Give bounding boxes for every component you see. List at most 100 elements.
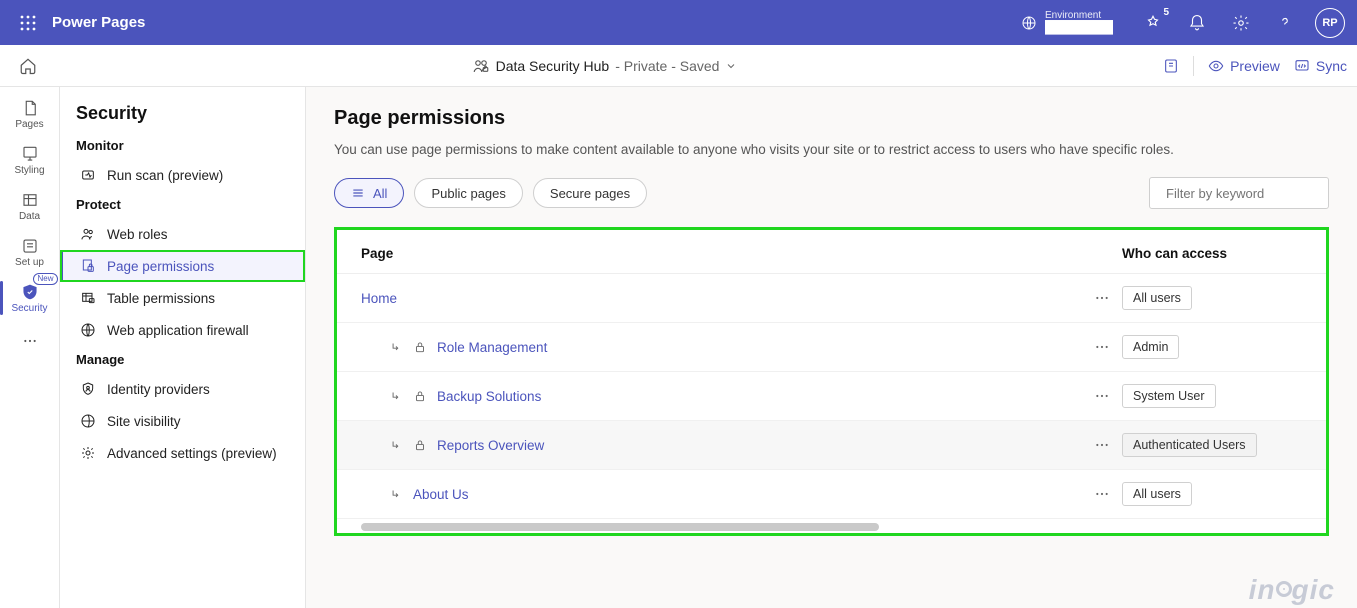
search-input-wrap[interactable] [1149, 177, 1329, 209]
filter-all-label: All [373, 186, 387, 201]
role-badge[interactable]: All users [1122, 286, 1192, 310]
nav-identity[interactable]: Identity providers [60, 373, 305, 405]
permissions-grid: Page Who can access Home All users Role Ma… [334, 227, 1329, 536]
filter-all[interactable]: All [334, 178, 404, 208]
access-cell: Admin [1122, 335, 1302, 359]
scan-icon [79, 166, 97, 184]
filter-row: All Public pages Secure pages [334, 177, 1329, 209]
row-more-icon[interactable] [1082, 437, 1122, 453]
roles-icon [79, 225, 97, 243]
sync-label: Sync [1316, 58, 1347, 74]
nav-page-permissions[interactable]: Page permissions [60, 250, 305, 282]
nav-table-permissions[interactable]: Table permissions [60, 282, 305, 314]
group-monitor: Monitor [76, 138, 289, 153]
nav-run-scan[interactable]: Run scan (preview) [60, 159, 305, 191]
table-row[interactable]: About Us All users [337, 470, 1326, 519]
filter-public[interactable]: Public pages [414, 178, 522, 208]
page-link[interactable]: Role Management [437, 340, 547, 355]
nav-advanced[interactable]: Advanced settings (preview) [60, 437, 305, 469]
row-more-icon[interactable] [1082, 388, 1122, 404]
rail-data-label: Data [19, 211, 40, 222]
rail-more[interactable] [0, 321, 60, 361]
table-row[interactable]: Role Management Admin [337, 323, 1326, 372]
page-link[interactable]: Backup Solutions [437, 389, 541, 404]
copilot-badge: 5 [1163, 7, 1169, 18]
site-name: Data Security Hub [496, 58, 610, 74]
role-badge[interactable]: All users [1122, 482, 1192, 506]
page-cell: Reports Overview [361, 438, 1082, 453]
search-input[interactable] [1164, 185, 1344, 202]
role-badge[interactable]: Authenticated Users [1122, 433, 1257, 457]
page-description: You can use page permissions to make con… [334, 142, 1329, 157]
firewall-icon [79, 321, 97, 339]
child-arrow-icon [389, 340, 403, 354]
visibility-icon [79, 412, 97, 430]
home-icon[interactable] [10, 48, 46, 84]
preview-button[interactable]: Preview [1208, 58, 1280, 74]
role-badge[interactable]: Admin [1122, 335, 1179, 359]
rail-styling[interactable]: Styling [0, 137, 60, 183]
new-badge: New [33, 273, 57, 285]
page-cell: About Us [361, 487, 1082, 502]
settings-icon[interactable] [1221, 3, 1261, 43]
nav-visibility[interactable]: Site visibility [60, 405, 305, 437]
avatar[interactable]: RP [1315, 8, 1345, 38]
filter-public-label: Public pages [431, 186, 505, 201]
page-cell: Home [361, 291, 1082, 306]
main-content: Page permissions You can use page permis… [306, 87, 1357, 608]
environment-label: Environment [1045, 10, 1113, 21]
lock-icon [413, 340, 427, 354]
preview-label: Preview [1230, 58, 1280, 74]
grid-header: Page Who can access [337, 230, 1326, 274]
site-lock-icon [472, 57, 490, 75]
feedback-icon[interactable] [1163, 58, 1179, 74]
col-page: Page [361, 246, 1082, 261]
security-nav: Security Monitor Run scan (preview) Prot… [60, 87, 306, 608]
table-row[interactable]: Backup Solutions System User [337, 372, 1326, 421]
child-arrow-icon [389, 438, 403, 452]
sync-button[interactable]: Sync [1294, 58, 1347, 74]
filter-secure[interactable]: Secure pages [533, 178, 647, 208]
table-row[interactable]: Reports Overview Authenticated Users [337, 421, 1326, 470]
row-more-icon[interactable] [1082, 290, 1122, 306]
page-link[interactable]: About Us [413, 487, 469, 502]
rail-pages[interactable]: Pages [0, 91, 60, 137]
nav-waf[interactable]: Web application firewall [60, 314, 305, 346]
chevron-down-icon [725, 60, 737, 72]
top-bar: Power Pages Environment ████████ 5 RP [0, 0, 1357, 45]
help-icon[interactable] [1265, 3, 1305, 43]
nav-visibility-label: Site visibility [107, 414, 181, 429]
command-bar: Data Security Hub - Private - Saved Prev… [0, 45, 1357, 87]
notifications-icon[interactable] [1177, 3, 1217, 43]
table-row[interactable]: Home All users [337, 274, 1326, 323]
rail-styling-label: Styling [14, 165, 44, 176]
group-protect: Protect [76, 197, 289, 212]
child-arrow-icon [389, 487, 403, 501]
rail-data[interactable]: Data [0, 183, 60, 229]
group-manage: Manage [76, 352, 289, 367]
rail-setup[interactable]: Set up [0, 229, 60, 275]
lock-icon [413, 438, 427, 452]
row-more-icon[interactable] [1082, 486, 1122, 502]
rail-security-label: Security [11, 303, 47, 314]
rail-pages-label: Pages [15, 119, 43, 130]
product-name: Power Pages [52, 14, 145, 31]
filter-secure-label: Secure pages [550, 186, 630, 201]
page-title: Page permissions [334, 107, 1329, 130]
nav-title: Security [76, 103, 289, 124]
role-badge[interactable]: System User [1122, 384, 1216, 408]
nav-web-roles[interactable]: Web roles [60, 218, 305, 250]
site-picker[interactable]: Data Security Hub - Private - Saved [46, 57, 1163, 75]
rail-security[interactable]: New Security [0, 275, 60, 321]
page-link[interactable]: Reports Overview [437, 438, 544, 453]
access-cell: System User [1122, 384, 1302, 408]
horizontal-scrollbar[interactable] [361, 523, 1302, 531]
access-cell: All users [1122, 286, 1302, 310]
page-link[interactable]: Home [361, 291, 397, 306]
row-more-icon[interactable] [1082, 339, 1122, 355]
app-launcher-icon[interactable] [12, 7, 44, 39]
environment-picker[interactable]: Environment ████████ [1021, 10, 1113, 34]
copilot-icon[interactable]: 5 [1133, 3, 1173, 43]
access-cell: Authenticated Users [1122, 433, 1302, 457]
nav-page-permissions-label: Page permissions [107, 259, 214, 274]
